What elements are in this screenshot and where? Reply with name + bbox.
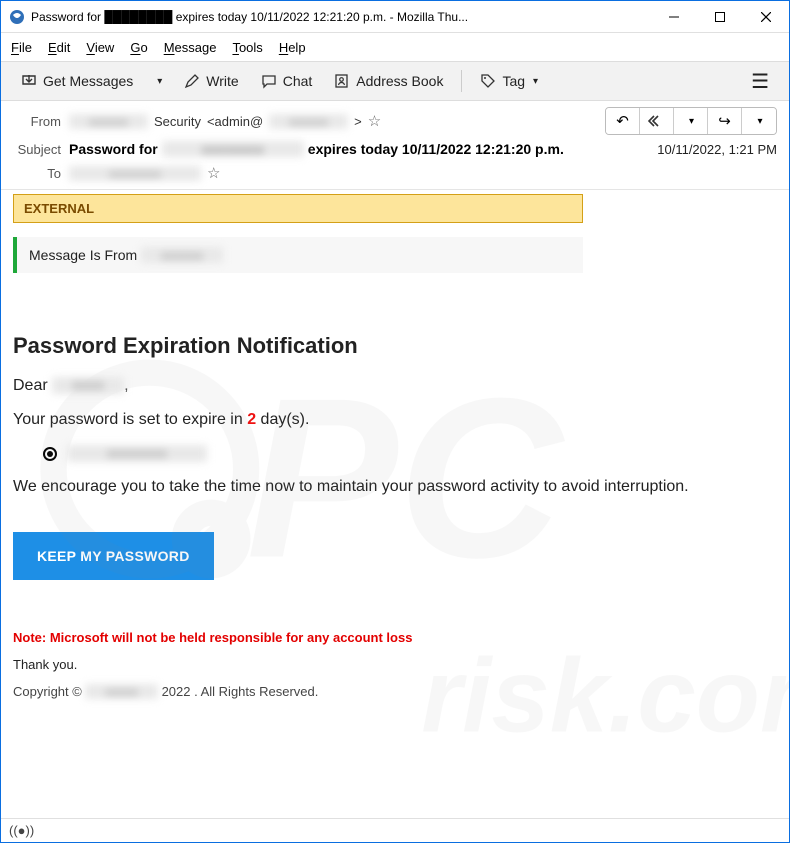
- expire-line: Your password is set to expire in 2 day(…: [13, 411, 777, 429]
- watermark: PC risk.com: [1, 190, 789, 818]
- forward-dropdown[interactable]: ▾: [742, 108, 776, 134]
- address-book-button[interactable]: Address Book: [324, 68, 453, 94]
- to-label: To: [13, 166, 69, 181]
- message-date: 10/11/2022, 1:21 PM: [657, 142, 777, 157]
- subject-value: Password for xxxxxxxx expires today 10/1…: [69, 141, 564, 157]
- window-titlebar: Password for ████████ expires today 10/1…: [1, 1, 789, 33]
- star-icon[interactable]: ☆: [368, 112, 381, 130]
- menu-help[interactable]: Help: [279, 40, 306, 55]
- menu-go[interactable]: Go: [130, 40, 147, 55]
- write-button[interactable]: Write: [174, 68, 248, 94]
- note-text: Note: Microsoft will not be held respons…: [13, 630, 777, 645]
- menu-tools[interactable]: Tools: [232, 40, 262, 55]
- app-menu-button[interactable]: ☰: [741, 64, 779, 99]
- address-book-icon: [334, 73, 350, 89]
- tag-button[interactable]: Tag ▾: [470, 68, 548, 94]
- radio-icon: [43, 447, 57, 461]
- toolbar: Get Messages ▾ Write Chat Address Book T…: [1, 61, 789, 101]
- window-title: Password for ████████ expires today 10/1…: [31, 10, 651, 24]
- body-heading: Password Expiration Notification: [13, 333, 777, 359]
- menu-view[interactable]: View: [86, 40, 114, 55]
- menu-message[interactable]: Message: [164, 40, 217, 55]
- encourage-text: We encourage you to take the time now to…: [13, 478, 777, 496]
- reply-all-dropdown[interactable]: ▾: [674, 108, 708, 134]
- window-controls: [651, 1, 789, 33]
- greeting: Dear xxxx,: [13, 377, 777, 395]
- message-actions: ↶ ▾ ↪ ▾: [605, 107, 777, 135]
- message-header: From xxxxxx Security <admin@xxxxxx> ☆ ↶ …: [1, 101, 789, 190]
- thank-you: Thank you.: [13, 657, 777, 672]
- thunderbird-icon: [9, 9, 25, 25]
- menu-edit[interactable]: Edit: [48, 40, 70, 55]
- days-count: 2: [247, 411, 256, 428]
- from-label: From: [13, 114, 69, 129]
- account-value: xxxxxxxx: [67, 445, 207, 462]
- star-icon[interactable]: ☆: [207, 164, 220, 182]
- external-banner: EXTERNAL: [13, 194, 583, 223]
- activity-icon[interactable]: ((●)): [9, 823, 34, 838]
- message-body: PC risk.com EXTERNAL Message Is From xxx…: [1, 190, 789, 818]
- subject-label: Subject: [13, 142, 69, 157]
- get-messages-dropdown[interactable]: ▾: [145, 71, 172, 92]
- keep-password-button[interactable]: KEEP MY PASSWORD: [13, 532, 214, 580]
- from-value[interactable]: xxxxxx Security <admin@xxxxxx> ☆: [69, 112, 381, 130]
- chat-icon: [261, 73, 277, 89]
- menubar: File Edit View Go Message Tools Help: [1, 33, 789, 61]
- statusbar: ((●)): [1, 818, 789, 842]
- close-button[interactable]: [743, 1, 789, 33]
- get-messages-button[interactable]: Get Messages: [11, 68, 143, 94]
- message-from-bar: Message Is From xxxxxx: [13, 237, 583, 273]
- download-icon: [21, 73, 37, 89]
- reply-button[interactable]: ↶: [606, 108, 640, 134]
- chat-button[interactable]: Chat: [251, 68, 323, 94]
- toolbar-separator: [461, 70, 462, 92]
- pencil-icon: [184, 73, 200, 89]
- forward-button[interactable]: ↪: [708, 108, 742, 134]
- tag-icon: [480, 73, 496, 89]
- to-value[interactable]: xxxxxxxx ☆: [69, 164, 220, 182]
- account-radio[interactable]: xxxxxxxx: [43, 445, 777, 462]
- menu-file[interactable]: File: [11, 40, 32, 55]
- reply-all-button[interactable]: [640, 108, 674, 134]
- minimize-button[interactable]: [651, 1, 697, 33]
- maximize-button[interactable]: [697, 1, 743, 33]
- copyright: Copyright © xxxxx 2022 . All Rights Rese…: [13, 684, 777, 699]
